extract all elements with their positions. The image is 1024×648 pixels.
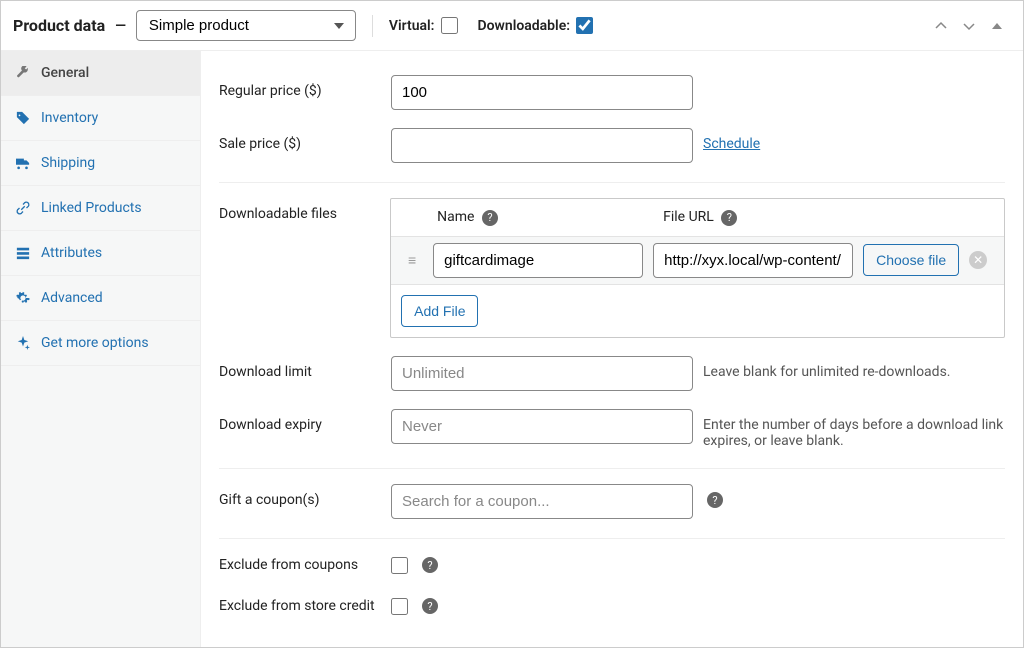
schedule-link[interactable]: Schedule <box>703 136 760 152</box>
tab-content-general: Regular price ($) Sale price ($) Schedul… <box>201 51 1023 647</box>
gear-icon <box>15 290 31 306</box>
caret-up-icon[interactable] <box>989 18 1005 34</box>
sale-price-label: Sale price ($) <box>219 128 391 152</box>
tab-general[interactable]: General <box>1 51 200 96</box>
download-expiry-label: Download expiry <box>219 409 391 433</box>
tab-get-more-options[interactable]: Get more options <box>1 321 200 366</box>
downloadable-files-label: Downloadable files <box>219 198 390 222</box>
truck-icon <box>15 155 31 171</box>
downloadable-files-table: Name ? File URL ? ≡ Choose file ✕ Add Fi… <box>390 198 1005 338</box>
panel-header: Product data — Simple product Virtual: D… <box>1 1 1023 51</box>
col-name-header: Name ? <box>437 209 653 226</box>
download-limit-hint: Leave blank for unlimited re-downloads. <box>703 356 1005 380</box>
help-icon[interactable]: ? <box>721 210 737 226</box>
exclude-store-credit-label: Exclude from store credit <box>219 598 391 614</box>
tab-label: Linked Products <box>41 200 142 216</box>
virtual-toggle[interactable]: Virtual: <box>389 17 458 34</box>
link-icon <box>15 200 31 216</box>
help-icon[interactable]: ? <box>422 557 438 573</box>
product-type-select[interactable]: Simple product <box>136 10 356 41</box>
tabs-sidebar: General Inventory Shipping Linked Produc… <box>1 51 201 647</box>
tab-label: Get more options <box>41 335 149 351</box>
tab-label: Shipping <box>41 155 95 171</box>
product-data-panel: Product data — Simple product Virtual: D… <box>0 0 1024 648</box>
dash: — <box>115 18 126 34</box>
download-limit-label: Download limit <box>219 356 391 380</box>
wrench-icon <box>15 65 31 81</box>
download-expiry-hint: Enter the number of days before a downlo… <box>703 409 1005 449</box>
help-icon[interactable]: ? <box>482 210 498 226</box>
download-expiry-input[interactable] <box>391 409 693 444</box>
add-file-button[interactable]: Add File <box>401 295 478 327</box>
delete-file-icon[interactable]: ✕ <box>969 251 987 269</box>
panel-toggle-arrows <box>933 18 1011 34</box>
chevron-down-icon[interactable] <box>961 18 977 34</box>
tab-label: General <box>41 65 89 81</box>
drag-handle-icon[interactable]: ≡ <box>401 252 423 269</box>
virtual-checkbox[interactable] <box>441 17 458 34</box>
tab-attributes[interactable]: Attributes <box>1 231 200 276</box>
tab-label: Inventory <box>41 110 98 126</box>
gift-coupons-label: Gift a coupon(s) <box>219 484 391 508</box>
downloadable-label: Downloadable: <box>478 18 571 34</box>
sparkle-icon <box>15 335 31 351</box>
file-url-input[interactable] <box>653 243 853 278</box>
list-icon <box>15 245 31 261</box>
tab-advanced[interactable]: Advanced <box>1 276 200 321</box>
divider <box>372 15 373 37</box>
tab-label: Attributes <box>41 245 102 261</box>
tab-label: Advanced <box>41 290 103 306</box>
tab-inventory[interactable]: Inventory <box>1 96 200 141</box>
exclude-store-credit-checkbox[interactable] <box>391 598 408 615</box>
file-name-input[interactable] <box>433 243 643 278</box>
tab-linked-products[interactable]: Linked Products <box>1 186 200 231</box>
gift-coupons-input[interactable] <box>391 484 693 519</box>
downloadable-checkbox[interactable] <box>576 17 593 34</box>
regular-price-label: Regular price ($) <box>219 75 391 99</box>
help-icon[interactable]: ? <box>707 492 723 508</box>
exclude-coupons-label: Exclude from coupons <box>219 557 391 573</box>
tab-shipping[interactable]: Shipping <box>1 141 200 186</box>
exclude-coupons-checkbox[interactable] <box>391 557 408 574</box>
col-url-header: File URL ? <box>663 209 992 226</box>
product-type-select-wrap: Simple product <box>136 10 356 41</box>
downloadable-file-row: ≡ Choose file ✕ <box>391 236 1004 285</box>
chevron-up-icon[interactable] <box>933 18 949 34</box>
regular-price-input[interactable] <box>391 75 693 110</box>
help-icon[interactable]: ? <box>422 598 438 614</box>
tag-icon <box>15 110 31 126</box>
sale-price-input[interactable] <box>391 128 693 163</box>
virtual-label: Virtual: <box>389 18 435 34</box>
download-limit-input[interactable] <box>391 356 693 391</box>
downloadable-toggle[interactable]: Downloadable: <box>478 17 594 34</box>
panel-title: Product data <box>13 16 105 35</box>
choose-file-button[interactable]: Choose file <box>863 244 959 276</box>
